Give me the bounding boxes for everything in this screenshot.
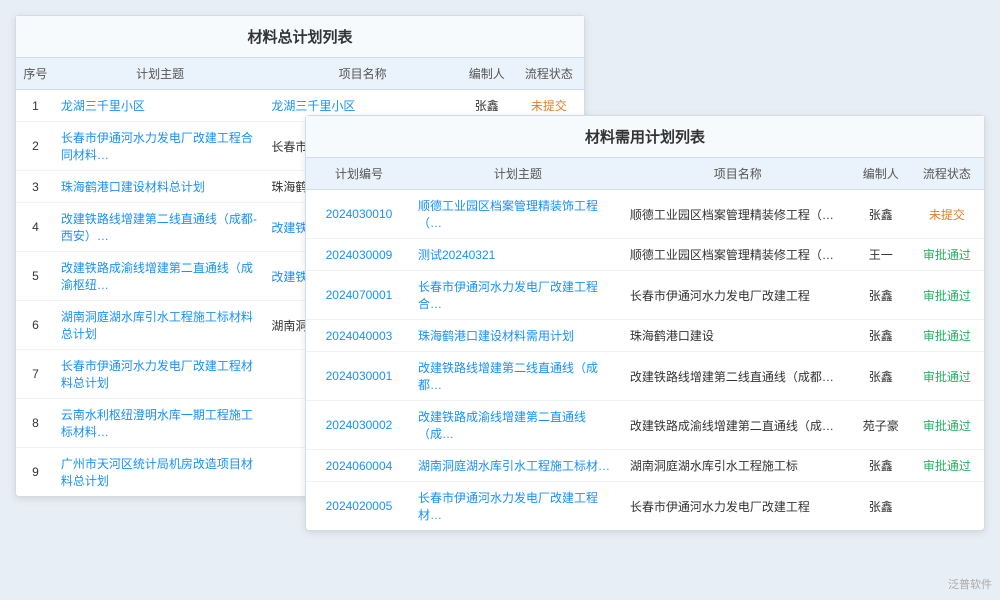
need-plan-header-row: 计划编号 计划主题 项目名称 编制人 流程状态: [306, 158, 984, 190]
col-status: 流程状态: [910, 158, 984, 190]
cell-code[interactable]: 2024060004: [306, 450, 412, 482]
cell-project: 改建铁路成渝线增建第二直通线（成…: [624, 401, 852, 450]
watermark-text: 泛普软件: [948, 576, 992, 592]
cell-index: 7: [16, 350, 55, 399]
cell-topic[interactable]: 珠海鹤港口建设材料总计划: [55, 171, 266, 203]
cell-topic[interactable]: 改建铁路线增建第二线直通线（成都…: [412, 352, 624, 401]
cell-index: 5: [16, 252, 55, 301]
cell-topic[interactable]: 改建铁路成渝线增建第二直通线（成…: [412, 401, 624, 450]
cell-topic[interactable]: 长春市伊通河水力发电厂改建工程材料总计划: [55, 350, 266, 399]
cell-index: 3: [16, 171, 55, 203]
cell-status: 审批通过: [910, 239, 984, 271]
cell-topic[interactable]: 云南水利枢纽澄明水库一期工程施工标材料…: [55, 399, 266, 448]
cell-topic[interactable]: 改建铁路成渝线增建第二直通线（成渝枢纽…: [55, 252, 266, 301]
cell-topic[interactable]: 长春市伊通河水力发电厂改建工程材…: [412, 482, 624, 531]
cell-code[interactable]: 2024030002: [306, 401, 412, 450]
cell-topic[interactable]: 测试20240321: [412, 239, 624, 271]
cell-code[interactable]: 2024030010: [306, 190, 412, 239]
col-code: 计划编号: [306, 158, 412, 190]
need-plan-table: 计划编号 计划主题 项目名称 编制人 流程状态 2024030010 顺德工业园…: [306, 158, 984, 530]
col-project: 项目名称: [265, 58, 459, 90]
col-topic: 计划主题: [412, 158, 624, 190]
table-row: 2024030002 改建铁路成渝线增建第二直通线（成… 改建铁路成渝线增建第二…: [306, 401, 984, 450]
cell-editor: 张鑫: [852, 320, 910, 352]
cell-editor: 张鑫: [852, 482, 910, 531]
col-status: 流程状态: [514, 58, 584, 90]
col-project: 项目名称: [624, 158, 852, 190]
cell-code[interactable]: 2024030001: [306, 352, 412, 401]
cell-topic[interactable]: 广州市天河区统计局机房改造项目材料总计划: [55, 448, 266, 497]
total-plan-title: 材料总计划列表: [16, 16, 584, 58]
table-row: 2024070001 长春市伊通河水力发电厂改建工程合… 长春市伊通河水力发电厂…: [306, 271, 984, 320]
cell-topic[interactable]: 湖南洞庭湖水库引水工程施工标材料总计划: [55, 301, 266, 350]
cell-index: 9: [16, 448, 55, 497]
table-row: 2024040003 珠海鹤港口建设材料需用计划 珠海鹤港口建设 张鑫 审批通过: [306, 320, 984, 352]
cell-project: 珠海鹤港口建设: [624, 320, 852, 352]
table-row: 2024030001 改建铁路线增建第二线直通线（成都… 改建铁路线增建第二线直…: [306, 352, 984, 401]
table-row: 2024030009 测试20240321 顺德工业园区档案管理精装修工程（… …: [306, 239, 984, 271]
total-plan-header-row: 序号 计划主题 项目名称 编制人 流程状态: [16, 58, 584, 90]
table-row: 2024030010 顺德工业园区档案管理精装饰工程（… 顺德工业园区档案管理精…: [306, 190, 984, 239]
cell-code[interactable]: 2024040003: [306, 320, 412, 352]
cell-status: 审批通过: [910, 271, 984, 320]
table-row: 2024020005 长春市伊通河水力发电厂改建工程材… 长春市伊通河水力发电厂…: [306, 482, 984, 531]
cell-project: 改建铁路线增建第二线直通线（成都…: [624, 352, 852, 401]
cell-topic[interactable]: 长春市伊通河水力发电厂改建工程合同材料…: [55, 122, 266, 171]
cell-project: 长春市伊通河水力发电厂改建工程: [624, 482, 852, 531]
cell-status: 审批通过: [910, 450, 984, 482]
cell-topic[interactable]: 湖南洞庭湖水库引水工程施工标材…: [412, 450, 624, 482]
cell-editor: 张鑫: [852, 190, 910, 239]
cell-index: 6: [16, 301, 55, 350]
cell-editor: 苑子豪: [852, 401, 910, 450]
cell-topic[interactable]: 改建铁路线增建第二线直通线（成都-西安）…: [55, 203, 266, 252]
cell-topic[interactable]: 长春市伊通河水力发电厂改建工程合…: [412, 271, 624, 320]
cell-code[interactable]: 2024020005: [306, 482, 412, 531]
cell-project: 顺德工业园区档案管理精装修工程（…: [624, 239, 852, 271]
col-index: 序号: [16, 58, 55, 90]
cell-status: [910, 482, 984, 531]
cell-topic[interactable]: 顺德工业园区档案管理精装饰工程（…: [412, 190, 624, 239]
cell-project: 湖南洞庭湖水库引水工程施工标: [624, 450, 852, 482]
cell-project: 顺德工业园区档案管理精装修工程（…: [624, 190, 852, 239]
cell-editor: 张鑫: [852, 271, 910, 320]
col-topic: 计划主题: [55, 58, 266, 90]
need-plan-card: 材料需用计划列表 计划编号 计划主题 项目名称 编制人 流程状态 2024030…: [305, 115, 985, 531]
col-editor: 编制人: [852, 158, 910, 190]
cell-editor: 张鑫: [852, 450, 910, 482]
cell-topic[interactable]: 龙湖三千里小区: [55, 90, 266, 122]
cell-project: 长春市伊通河水力发电厂改建工程: [624, 271, 852, 320]
cell-index: 1: [16, 90, 55, 122]
cell-index: 8: [16, 399, 55, 448]
cell-editor: 张鑫: [852, 352, 910, 401]
cell-topic[interactable]: 珠海鹤港口建设材料需用计划: [412, 320, 624, 352]
need-plan-title: 材料需用计划列表: [306, 116, 984, 158]
cell-index: 2: [16, 122, 55, 171]
cell-status: 审批通过: [910, 352, 984, 401]
cell-code[interactable]: 2024070001: [306, 271, 412, 320]
cell-index: 4: [16, 203, 55, 252]
cell-editor: 王一: [852, 239, 910, 271]
col-editor: 编制人: [460, 58, 514, 90]
cell-status: 审批通过: [910, 320, 984, 352]
cell-status: 审批通过: [910, 401, 984, 450]
cell-code[interactable]: 2024030009: [306, 239, 412, 271]
cell-status: 未提交: [910, 190, 984, 239]
table-row: 2024060004 湖南洞庭湖水库引水工程施工标材… 湖南洞庭湖水库引水工程施…: [306, 450, 984, 482]
